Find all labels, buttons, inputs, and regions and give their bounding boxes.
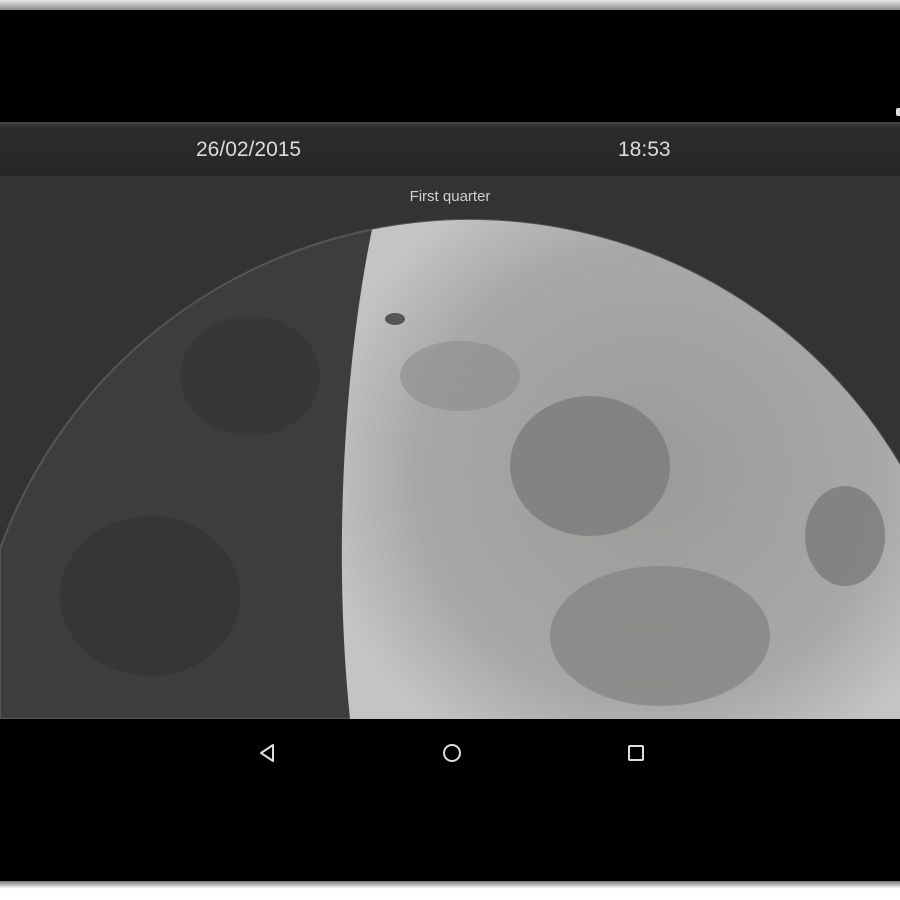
- status-bar: [0, 10, 900, 122]
- back-button[interactable]: [256, 741, 280, 765]
- navigation-bar: [0, 719, 900, 881]
- moon-image: [0, 218, 900, 719]
- home-button[interactable]: [440, 741, 464, 765]
- date-time-bar: 26/02/2015 18:53: [0, 122, 900, 176]
- date-selector[interactable]: 26/02/2015: [196, 138, 301, 162]
- device-frame-bottom: [0, 881, 900, 900]
- moon-view: First quarter: [0, 176, 900, 719]
- moon-phase-label: First quarter: [409, 188, 491, 205]
- status-indicator-icon: [896, 108, 900, 116]
- recents-button[interactable]: [624, 741, 648, 765]
- device-frame-top: [0, 0, 900, 10]
- time-selector[interactable]: 18:53: [618, 138, 671, 162]
